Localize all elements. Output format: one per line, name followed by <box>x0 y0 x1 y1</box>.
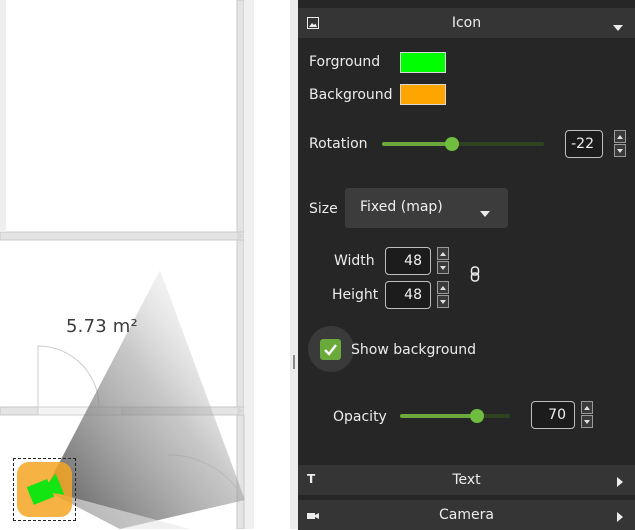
width-decrement-button[interactable] <box>437 261 449 274</box>
room-area-label: 5.73 m² <box>66 316 138 337</box>
opacity-slider-thumb[interactable] <box>470 409 484 423</box>
chevron-right-icon <box>617 510 623 526</box>
size-mode-value: Fixed (map) <box>360 199 443 215</box>
size-mode-dropdown[interactable]: Fixed (map) <box>345 188 508 228</box>
chevron-down-icon <box>480 205 490 221</box>
size-label: Size <box>309 201 338 217</box>
camera-section-header[interactable]: Camera <box>298 500 635 530</box>
text-section-title: Text <box>452 472 481 488</box>
background-color-swatch[interactable] <box>400 84 446 105</box>
opacity-spinbox[interactable]: 70 <box>531 401 575 429</box>
wall-horizontal-upper <box>0 231 245 241</box>
height-spinbox[interactable]: 48 <box>385 281 431 309</box>
panel-splitter[interactable] <box>290 0 298 529</box>
chevron-right-icon <box>617 475 623 491</box>
foreground-label: Forground <box>309 54 381 70</box>
icon-section-header[interactable]: Icon <box>298 8 635 38</box>
rotation-increment-button[interactable] <box>614 130 626 143</box>
rotation-label: Rotation <box>309 136 368 152</box>
width-increment-button[interactable] <box>437 247 449 260</box>
rotation-decrement-button[interactable] <box>614 144 626 157</box>
splitter-grip[interactable] <box>293 355 295 369</box>
opacity-increment-button[interactable] <box>581 401 593 414</box>
properties-panel: Icon Forground Background Rotation -22 S… <box>298 0 635 530</box>
opacity-decrement-button[interactable] <box>581 415 593 428</box>
floorplan-map[interactable]: 5.73 m² <box>0 0 290 529</box>
background-label: Background <box>309 87 393 103</box>
icon-section-title: Icon <box>451 15 482 31</box>
rotation-spinbox[interactable]: -22 <box>565 130 603 158</box>
camera-section-title: Camera <box>439 507 494 523</box>
chevron-down-icon <box>613 19 623 35</box>
height-decrement-button[interactable] <box>437 295 449 308</box>
checkmark-icon <box>324 344 337 356</box>
opacity-label: Opacity <box>333 409 387 425</box>
height-label: Height <box>332 287 379 303</box>
floorplan-drawing <box>0 0 254 529</box>
door-swing-arc <box>37 345 100 408</box>
width-label: Width <box>334 253 375 269</box>
show-background-checkbox[interactable] <box>320 339 341 360</box>
show-background-label: Show background <box>351 342 477 358</box>
camera-marker-icon <box>17 462 72 517</box>
camera-map-marker[interactable] <box>13 458 76 521</box>
width-spinbox[interactable]: 48 <box>385 247 431 275</box>
link-icon[interactable] <box>470 266 480 286</box>
text-section-header[interactable]: T Text <box>298 465 635 495</box>
foreground-color-swatch[interactable] <box>400 52 446 73</box>
height-increment-button[interactable] <box>437 281 449 294</box>
rotation-slider-thumb[interactable] <box>445 137 459 151</box>
